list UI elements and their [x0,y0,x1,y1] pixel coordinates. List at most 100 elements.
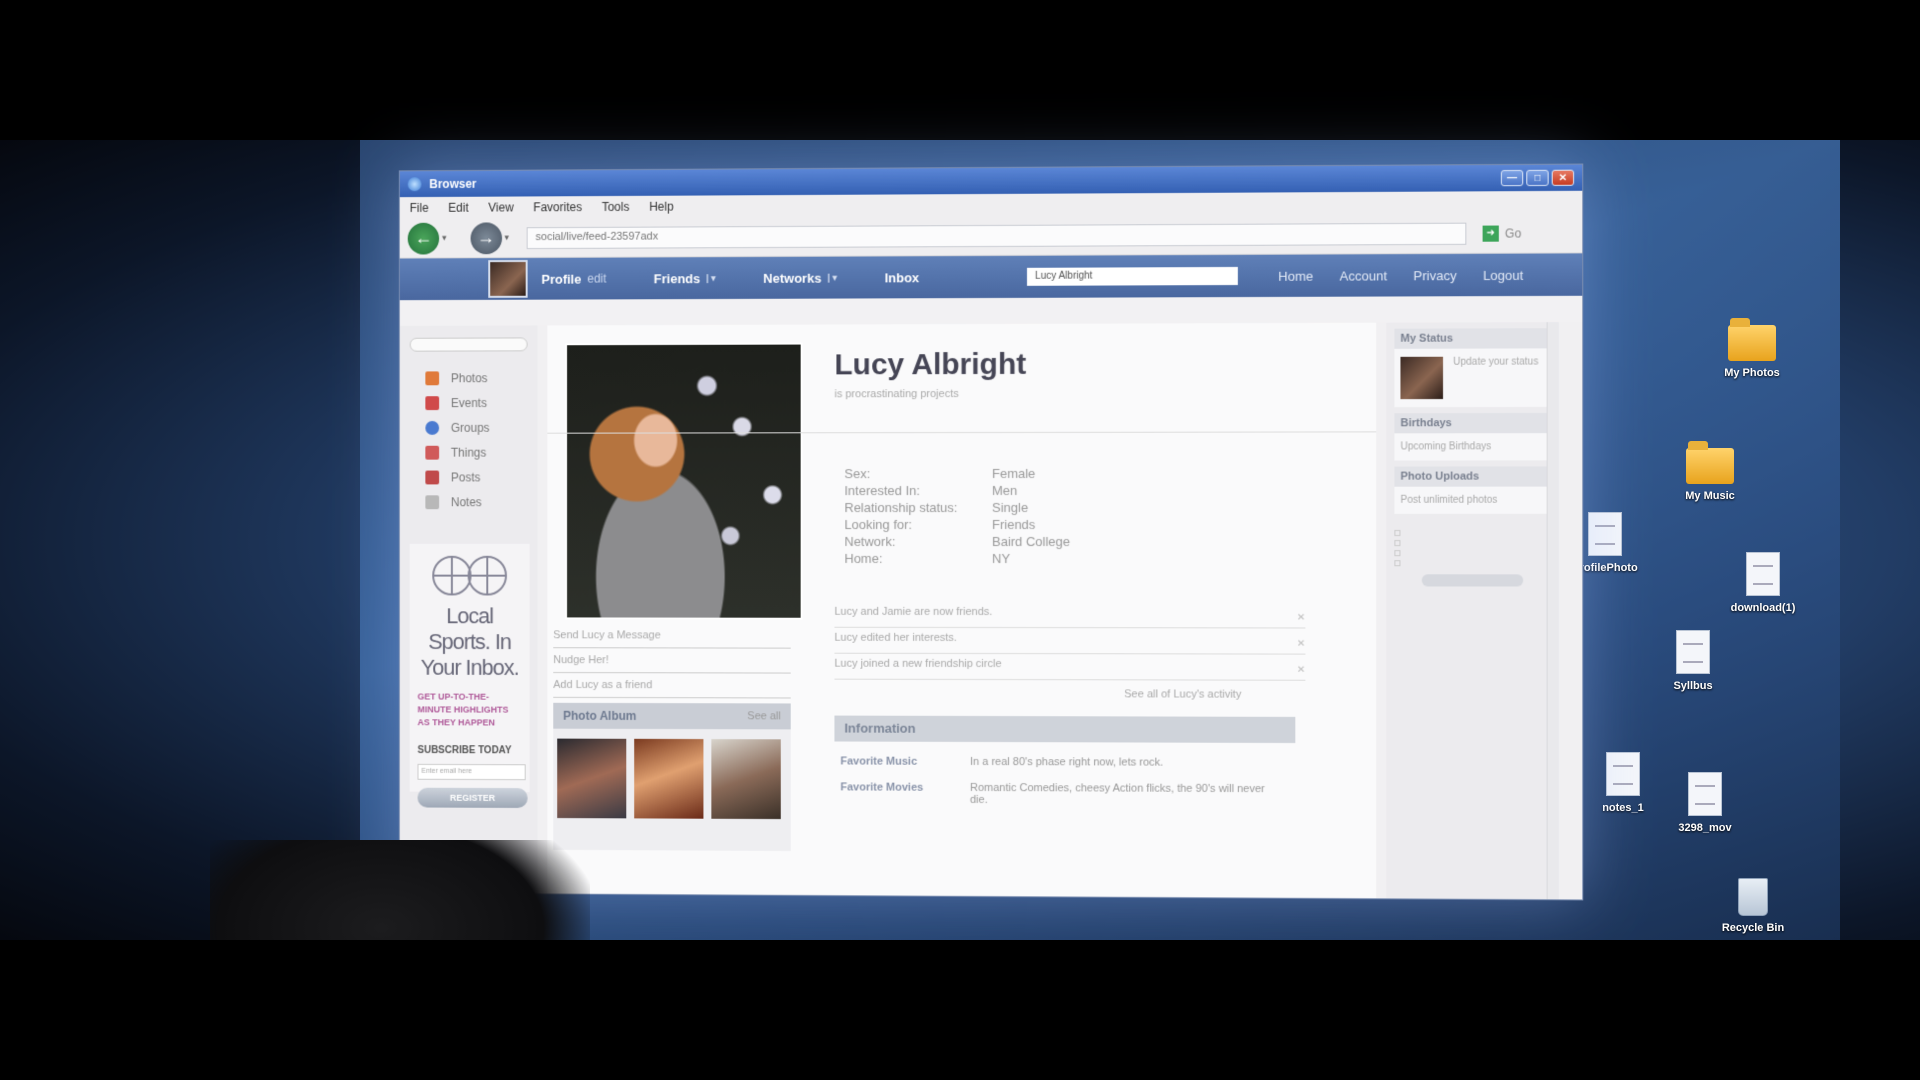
desktop-icon-label: Recycle Bin [1722,922,1784,934]
see-all-activity-link[interactable]: See all of Lucy's activity [1124,688,1241,700]
file-icon [1606,752,1640,796]
letterbox-bottom [0,940,1920,1080]
nav-account[interactable]: Account [1340,268,1388,283]
poll-submit-button[interactable] [1422,574,1523,586]
profile-actions: Send Lucy a Message Nudge Her! Add Lucy … [553,623,790,698]
detail-value: Men [992,483,1017,500]
forward-arrow-icon[interactable]: → [470,222,501,254]
browser-logo-icon [408,177,422,191]
close-icon[interactable]: ✕ [1297,665,1305,676]
menu-edit[interactable]: Edit [448,201,468,215]
folder-icon [1686,448,1734,484]
chevron-down-icon[interactable]: | ▾ [827,272,836,283]
chevron-down-icon[interactable]: | ▾ [706,273,715,284]
nav-inbox[interactable]: Inbox [885,270,920,285]
forward-history-chevron-icon[interactable]: ▾ [505,232,509,243]
ad-email-input[interactable]: Enter email here [418,764,526,780]
poll-option[interactable] [1394,540,1550,546]
feed-item: Lucy edited her interests. ✕ [834,628,1305,655]
poll-option[interactable] [1394,560,1550,566]
desktop-icon-recycle-bin[interactable]: Recycle Bin [1698,878,1808,934]
desktop-icon-label: download(1) [1731,602,1796,614]
file-icon [1588,512,1622,556]
birthdays-link[interactable]: Upcoming Birthdays [1394,433,1550,460]
add-friend-link[interactable]: Add Lucy as a friend [553,673,790,698]
desktop-icon-label: My Photos [1724,367,1780,379]
address-bar[interactable]: social/live/feed-23597adx [527,222,1467,248]
album-thumbnail[interactable] [557,739,626,819]
poll-option[interactable] [1394,550,1550,556]
menu-help[interactable]: Help [649,200,673,214]
minimize-icon[interactable]: — [1501,170,1523,186]
close-icon[interactable]: ✕ [1297,639,1305,650]
nav-home[interactable]: Home [1278,268,1313,283]
photo-thumbnails [553,729,790,829]
desktop-icon-my-photos[interactable]: My Photos [1697,325,1807,379]
detail-key: Interested In: [844,483,992,500]
events-icon [425,396,439,410]
sidebar-item-things[interactable]: Things [425,440,537,465]
information-row: Favorite Movies Romantic Comedies, chees… [834,781,1295,807]
back-arrow-icon[interactable]: ← [408,222,439,254]
menu-favorites[interactable]: Favorites [533,200,582,214]
maximize-icon[interactable]: □ [1526,170,1548,186]
nav-networks[interactable]: Networks | ▾ [763,270,837,285]
desktop-icon-download[interactable]: download(1) [1708,552,1818,614]
detail-key: Network: [844,534,992,551]
menu-tools[interactable]: Tools [602,200,630,214]
my-status-body: Update your status [1394,348,1550,407]
desktop-icon-my-music[interactable]: My Music [1655,448,1765,502]
desktop-icon-3298-mov[interactable]: 3298_mov [1650,772,1760,834]
feed-text: Lucy joined a new friendship circle [834,658,1001,670]
poll-option[interactable] [1394,530,1550,536]
profile-avatar[interactable] [488,260,527,298]
menu-view[interactable]: View [488,201,513,215]
sidebar-item-photos[interactable]: Photos [425,365,537,390]
scrollbar[interactable] [1547,322,1559,900]
checkbox[interactable] [1394,530,1400,536]
go-arrow-icon[interactable]: ➜ [1483,225,1499,241]
checkbox[interactable] [1394,550,1400,556]
sidebar-item-notes[interactable]: Notes [425,489,537,514]
posts-icon [425,470,439,484]
profile-photo[interactable] [565,343,803,620]
nav-logout[interactable]: Logout [1483,267,1523,282]
notes-icon [425,495,439,509]
profile-main: Lucy Albright is procrastinating project… [547,323,1376,901]
sidebar-item-label: Groups [451,420,490,434]
send-message-link[interactable]: Send Lucy a Message [553,623,790,648]
photo-album-see-all[interactable]: See all [747,710,780,722]
register-button[interactable]: REGISTER [418,788,528,808]
sidebar-search-input[interactable] [410,337,528,351]
checkbox[interactable] [1394,540,1400,546]
album-thumbnail[interactable] [711,739,780,819]
site-search-input[interactable]: Lucy Albright [1027,267,1238,286]
site-header: Profile edit Friends | ▾ Networks | ▾ In… [400,253,1582,300]
sidebar-item-groups[interactable]: Groups [425,415,537,440]
feed-item: Lucy and Jamie are now friends. ✕ [834,602,1305,629]
nav-friends[interactable]: Friends | ▾ [654,271,716,286]
information-section: Information Favorite Music In a real 80'… [834,716,1295,808]
close-icon[interactable]: ✕ [1297,612,1305,623]
album-thumbnail[interactable] [634,739,703,819]
feed-text: Lucy and Jamie are now friends. [834,606,992,618]
right-sidebar: My Status Update your status Birthdays U… [1386,322,1559,900]
photo-album: Photo Album See all [553,703,790,851]
photo-uploads-link[interactable]: Post unlimited photos [1394,487,1550,514]
sidebar-item-events[interactable]: Events [425,390,537,415]
desktop-icon-syllbus[interactable]: Syllbus [1638,630,1748,692]
nav-profile[interactable]: Profile edit [541,271,606,286]
left-sidebar: Photos Events Groups Things Posts Notes … [400,325,538,895]
back-history-chevron-icon[interactable]: ▾ [442,233,446,244]
menu-file[interactable]: File [410,201,429,215]
nudge-link[interactable]: Nudge Her! [553,648,790,673]
sidebar-item-posts[interactable]: Posts [425,464,537,489]
checkbox[interactable] [1394,560,1400,566]
profile-status: is procrastinating projects [834,388,958,400]
update-status-link[interactable]: Update your status [1453,356,1538,399]
close-icon[interactable]: ✕ [1552,170,1574,186]
nav-privacy[interactable]: Privacy [1413,268,1456,283]
desktop-icon-label: notes_1 [1602,802,1644,814]
nav-profile-edit[interactable]: edit [587,272,606,286]
go-button[interactable]: Go [1505,226,1521,240]
